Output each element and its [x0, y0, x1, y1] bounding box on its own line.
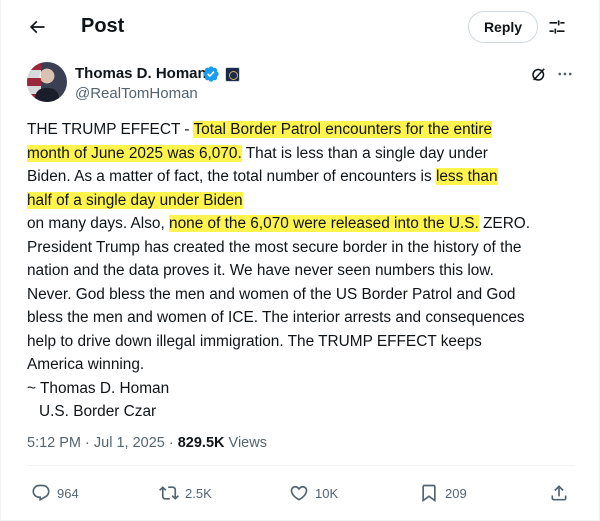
text-span: bless the men and women of ICE. The inte… — [27, 309, 525, 326]
post-time[interactable]: 5:12 PM — [27, 435, 81, 451]
post-text-line: bless the men and women of ICE. The inte… — [27, 306, 579, 330]
post-detail-panel: Post Reply Thomas D. Homan @RealTomHoman — [0, 0, 600, 521]
text-span: U.S. Border Czar — [39, 403, 157, 420]
repost-count: 2.5K — [185, 485, 212, 501]
post-text-line: Never. God bless the men and women of th… — [27, 283, 579, 307]
views-count: 829.5K — [177, 435, 225, 451]
repost-icon — [159, 486, 179, 500]
highlighted-text: half of a single day under Biden — [27, 191, 243, 209]
post-text-line: U.S. Border Czar — [27, 400, 579, 424]
bookmark-icon — [422, 484, 436, 503]
meta-separator: · — [81, 435, 94, 451]
post-text-line: America winning. — [27, 353, 579, 377]
more-options-button[interactable] — [554, 63, 576, 85]
text-span: ZERO. — [478, 215, 531, 232]
text-span: help to drive down illegal immigration. … — [27, 332, 482, 350]
page-header: Post Reply — [1, 0, 600, 53]
text-span: President Trump has created the most sec… — [27, 238, 522, 256]
post-text-line: Biden. As a matter of fact, the total nu… — [27, 165, 579, 189]
post-text-line: nation and the data proves it. We have n… — [27, 259, 579, 283]
post-text-line: on many days. Also, none of the 6,070 we… — [27, 212, 579, 236]
text-span: THE TRUMP EFFECT - — [27, 121, 194, 138]
bookmark-count: 209 — [445, 485, 467, 501]
reply-icon — [32, 484, 50, 502]
text-span: ~ Thomas D. Homan — [27, 379, 170, 397]
author-name[interactable]: Thomas D. Homan — [75, 65, 207, 83]
text-span: That is less than a single day under — [241, 144, 488, 162]
more-dots-icon — [558, 72, 572, 76]
page-title: Post — [81, 15, 125, 37]
post-text-line: half of a single day under Biden — [27, 189, 579, 213]
reply-count: 964 — [57, 485, 79, 501]
avatar-figure — [35, 88, 59, 102]
divider — [27, 465, 575, 466]
repost-action[interactable]: 2.5K — [159, 481, 212, 505]
post-text-line: THE TRUMP EFFECT - Total Border Patrol e… — [27, 118, 579, 142]
post-text: THE TRUMP EFFECT - Total Border Patrol e… — [27, 118, 579, 424]
meta-separator: · — [164, 435, 178, 451]
affiliation-badge-icon[interactable] — [225, 67, 240, 82]
like-action[interactable]: 10K — [289, 481, 338, 505]
reply-button[interactable]: Reply — [468, 11, 538, 43]
grok-button[interactable] — [528, 63, 550, 85]
text-span: America winning. — [27, 356, 145, 373]
share-action[interactable] — [549, 481, 569, 505]
text-span: on many days. Also, — [27, 215, 170, 232]
post-meta: 5:12 PM · Jul 1, 2025 · 829.5K Views — [27, 433, 267, 453]
post-text-line: help to drive down illegal immigration. … — [27, 330, 579, 354]
text-span: Never. God bless the men and women of th… — [27, 285, 516, 303]
author-handle[interactable]: @RealTomHoman — [75, 85, 198, 103]
verified-badge-icon — [203, 66, 219, 82]
highlighted-text: none of the 6,070 were released into the… — [169, 215, 479, 232]
avatar[interactable] — [27, 62, 67, 102]
bookmark-action[interactable]: 209 — [419, 481, 467, 505]
highlighted-text: month of June 2025 was 6,070. — [27, 144, 242, 162]
reply-settings-button[interactable] — [543, 13, 571, 41]
share-icon — [551, 485, 567, 501]
highlighted-text: less than — [435, 168, 498, 185]
reply-action[interactable]: 964 — [31, 481, 79, 505]
sliders-icon — [549, 20, 565, 34]
views-label: Views — [224, 435, 267, 451]
like-count: 10K — [315, 485, 339, 501]
text-span: Biden. As a matter of fact, the total nu… — [27, 168, 436, 185]
heart-icon — [290, 485, 308, 501]
arrow-left-icon — [29, 20, 45, 34]
post-text-line: ~ Thomas D. Homan — [27, 377, 579, 401]
highlighted-text: Total Border Patrol encounters for the e… — [193, 121, 493, 138]
post-date[interactable]: Jul 1, 2025 — [94, 435, 165, 451]
grok-icon — [532, 68, 545, 81]
text-span: nation and the data proves it. We have n… — [27, 262, 494, 279]
post-text-line: President Trump has created the most sec… — [27, 236, 579, 260]
back-button[interactable] — [19, 9, 55, 45]
post-text-line: month of June 2025 was 6,070. That is le… — [27, 142, 579, 166]
